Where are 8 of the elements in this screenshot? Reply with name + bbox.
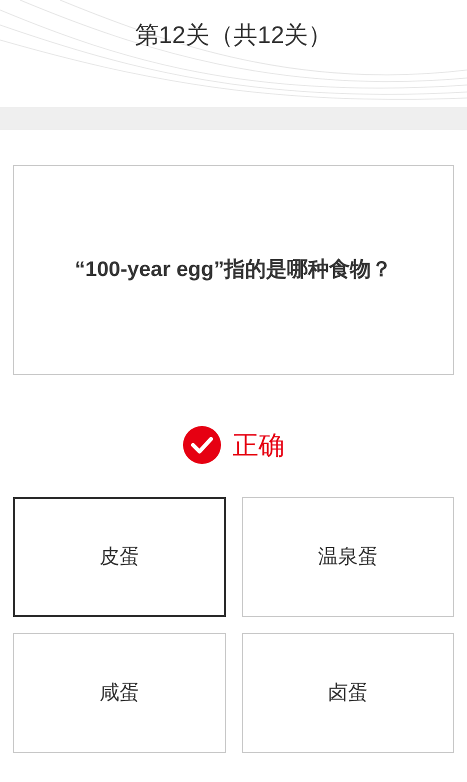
answer-option[interactable]: 皮蛋 — [13, 497, 226, 617]
answer-option[interactable]: 咸蛋 — [13, 633, 226, 753]
answer-option[interactable]: 温泉蛋 — [242, 497, 454, 617]
level-title: 第12关（共12关） — [134, 21, 332, 51]
result-label: 正确 — [232, 428, 284, 462]
question-text: “100-year egg”指的是哪种食物？ — [74, 257, 392, 284]
answer-option[interactable]: 卤蛋 — [242, 633, 454, 753]
check-circle-icon — [182, 426, 220, 464]
